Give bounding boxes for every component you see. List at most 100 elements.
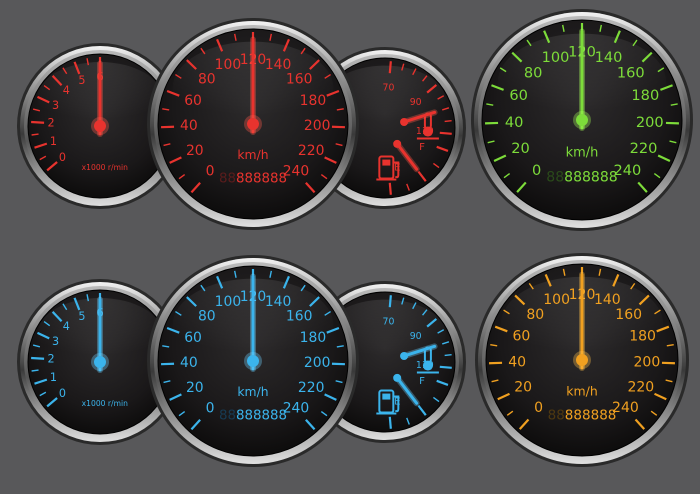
blue-cluster-tach-label: 1: [50, 371, 57, 384]
red-cluster-speed-label: 200: [304, 118, 331, 134]
orange-speedometer-label: 20: [514, 379, 532, 395]
orange-speedometer-odometer-value: 888888: [565, 407, 617, 423]
green-speedometer-label: 200: [636, 114, 664, 131]
red-cluster-speedometer: 020406080100120140160180200220240km/h888…: [147, 18, 359, 230]
blue-cluster-tach-hub: [94, 356, 106, 368]
orange-speedometer-label: 100: [543, 292, 570, 308]
red-cluster-speed-odometer: 88888888: [219, 172, 287, 187]
red-cluster-speed-label: 40: [180, 118, 198, 134]
red-cluster-tach-label: 4: [63, 84, 70, 97]
red-cluster-tach-tick: [32, 134, 39, 135]
orange-speedometer-hub: [576, 354, 588, 366]
blue-cluster-tf-temp-tick: [440, 367, 452, 368]
blue-cluster-tf-fuel-label: F: [419, 376, 425, 387]
green-speedometer: 020406080100120140160180200220240km/h888…: [471, 9, 693, 231]
blue-cluster-tach-label: 4: [63, 320, 70, 333]
green-speedometer-odometer: 88888888: [546, 170, 617, 186]
green-speedometer-label: 80: [524, 64, 543, 81]
blue-cluster-tf-thermo-bulb: [423, 361, 433, 371]
blue-cluster-tf-temp-label: 90: [410, 331, 422, 342]
blue-cluster-speed-unit-label: km/h: [237, 385, 268, 399]
red-cluster-speed-label: 100: [215, 57, 242, 73]
blue-cluster-speed-label: 0: [206, 401, 215, 417]
blue-cluster-speed-label: 80: [198, 308, 216, 324]
orange-speedometer-label: 160: [615, 307, 642, 323]
blue-cluster-speed-label: 200: [304, 355, 331, 371]
green-speedometer-label: 100: [542, 49, 570, 66]
red-cluster-tach-label: 0: [59, 151, 66, 164]
green-speedometer-label: 180: [631, 87, 659, 104]
orange-speedometer-unit-label: km/h: [566, 383, 597, 398]
red-cluster-speed-label: 60: [184, 93, 202, 109]
red-cluster-speed-label: 180: [300, 93, 327, 109]
orange-speedometer-label: 200: [633, 354, 660, 370]
orange-speedometer-odometer: 88888888: [548, 407, 617, 423]
orange-speedometer-label: 220: [627, 379, 654, 395]
red-cluster-speed-label: 80: [198, 71, 216, 87]
red-cluster-speed-hub: [247, 118, 259, 130]
red-cluster-tach-label: 5: [78, 74, 85, 87]
green-speedometer-hub: [576, 114, 588, 126]
red-cluster-tf-temp-needle-hub: [400, 118, 408, 126]
red-cluster-tf-temp-label: 70: [383, 83, 395, 94]
orange-speedometer-label: 60: [512, 329, 530, 345]
green-speedometer-odometer-value: 888888: [564, 170, 618, 186]
orange-speedometer-label: 140: [594, 292, 621, 308]
green-speedometer-odometer-dim: 88: [546, 170, 564, 186]
orange-speedometer-label: 0: [534, 400, 543, 416]
orange-speedometer-label: 40: [508, 354, 526, 370]
red-cluster-tf-temp-tick: [390, 61, 391, 73]
red-cluster-tf-thermo-bulb: [423, 127, 433, 137]
red-cluster-tach-unit-label: x1000 r/min: [82, 163, 128, 172]
green-speedometer-label: 20: [511, 140, 530, 157]
red-cluster-speed-label: 0: [206, 164, 215, 180]
blue-cluster-tach-label: 2: [48, 353, 55, 366]
red-cluster-tf-fuel-needle-hub: [393, 140, 401, 148]
blue-cluster-tf-temp-needle-hub: [400, 352, 408, 360]
red-cluster-tach-label: 3: [52, 99, 59, 112]
orange-speedometer-label: 180: [629, 329, 656, 345]
blue-cluster-speed-hub: [247, 355, 259, 367]
red-cluster-tf-temp-tick: [445, 121, 452, 122]
green-speedometer-unit-label: km/h: [566, 146, 599, 161]
red-cluster-tf-temp-label: 90: [410, 97, 422, 108]
red-cluster-tf-fuel-tick: [390, 183, 391, 195]
red-cluster-tf-fuel-label: F: [419, 142, 425, 153]
blue-cluster: 0123456x1000 r/min7090110FE0204060801001…: [17, 255, 466, 467]
red-cluster-tach-hub: [94, 120, 106, 132]
red-cluster-tf-temp-tick: [440, 133, 452, 134]
blue-cluster-tach-label: 0: [59, 387, 66, 400]
red-cluster-tach-tick: [31, 122, 44, 123]
blue-cluster-speed-label: 100: [215, 294, 242, 310]
blue-cluster-speed-label: 220: [298, 380, 325, 396]
blue-cluster-speed-label: 20: [186, 380, 204, 396]
red-cluster-speed-odometer-value: 888888: [236, 172, 287, 187]
blue-cluster-tf-temp-tick: [445, 355, 452, 356]
blue-cluster-tach-tick: [32, 370, 39, 371]
blue-cluster-tf-pump-window: [382, 394, 390, 400]
orange-speedometer-label: 80: [526, 307, 544, 323]
red-cluster-tf-fuel-label: E: [394, 163, 400, 174]
red-cluster-speed-unit-label: km/h: [237, 148, 268, 162]
blue-cluster-tach-label: 3: [52, 335, 59, 348]
red-cluster-tach-label: 2: [48, 117, 55, 130]
green-speedometer-label: 220: [630, 140, 658, 157]
orange-speedometer: 020406080100120140160180200220240km/h888…: [475, 253, 689, 467]
blue-cluster-speed-label: 180: [300, 330, 327, 346]
red-cluster-speed-label: 220: [298, 143, 325, 159]
blue-cluster-speed-label: 160: [286, 308, 313, 324]
blue-cluster-speed-label: 60: [184, 330, 202, 346]
blue-cluster-speedometer: 020406080100120140160180200220240km/h888…: [147, 255, 359, 467]
red-cluster-speed-label: 160: [286, 71, 313, 87]
blue-cluster-tach-label: 5: [78, 310, 85, 323]
red-cluster: 0123456x1000 r/min7090110FE0204060801001…: [17, 18, 466, 230]
gauges-canvas: 0123456x1000 r/min7090110FE0204060801001…: [0, 0, 700, 490]
green-speedometer-label: 0: [532, 162, 541, 179]
red-cluster-speed-odometer-dim: 88: [219, 172, 236, 187]
blue-cluster-tf-temp-label: 70: [383, 317, 395, 328]
blue-cluster-speed-odometer-dim: 88: [219, 409, 236, 424]
blue-cluster-tf-fuel-label: E: [394, 397, 400, 408]
green-speedometer-label: 160: [617, 64, 645, 81]
blue-cluster-tach-tick: [31, 358, 44, 359]
red-cluster-tach-label: 1: [50, 135, 57, 148]
